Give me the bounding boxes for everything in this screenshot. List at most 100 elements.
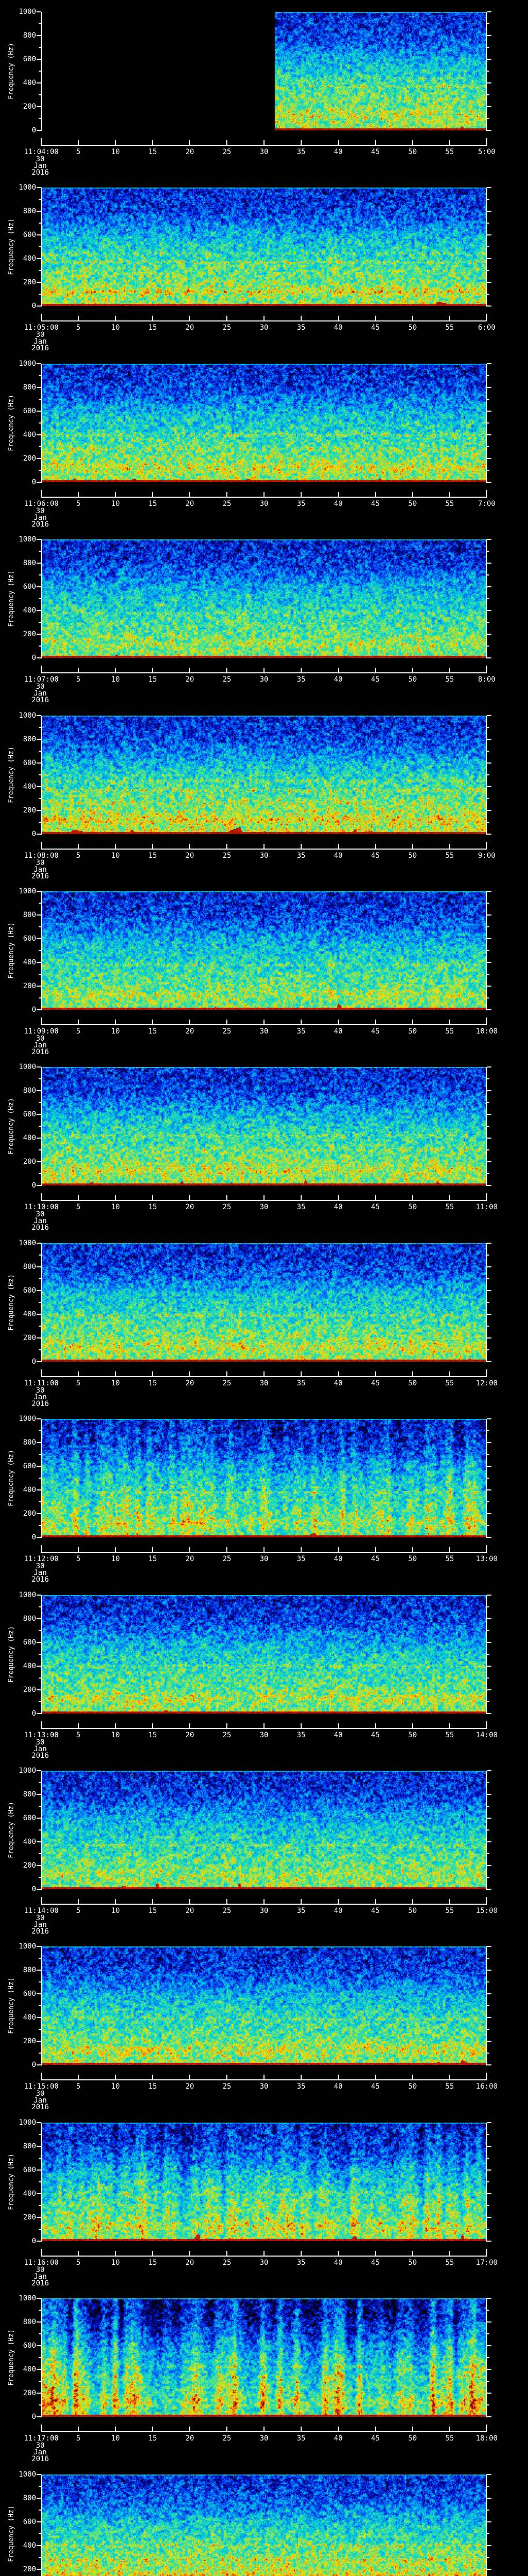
y-axis-tick [487, 1290, 491, 1291]
y-axis-tick [487, 786, 491, 787]
x-axis-line [41, 849, 487, 850]
y-axis-minor-tick [487, 23, 489, 24]
x-axis-line [41, 1200, 487, 1201]
x-axis-tick [226, 1371, 227, 1376]
x-axis-tick [78, 2427, 79, 2431]
x-axis-tick [449, 1547, 450, 1552]
y-axis-minor-tick [39, 1102, 41, 1103]
x-tick-label: 45 [371, 2259, 380, 2267]
x-axis-tick [226, 1195, 227, 1200]
y-axis-tick [487, 1489, 491, 1490]
y-axis-line-left [41, 1595, 42, 1714]
y-axis-tick [37, 1818, 41, 1819]
x-start-time-label: 11:04:00 [24, 148, 59, 156]
x-axis-tick [338, 492, 339, 497]
y-axis-minor-tick [39, 1677, 41, 1679]
x-start-time-label: 11:10:00 [24, 1203, 59, 1211]
x-tick-label: 10 [111, 324, 120, 332]
y-axis-minor-tick [487, 997, 489, 998]
x-end-time-label: 15:00 [475, 1907, 498, 1915]
y-axis-minor-tick [487, 2158, 489, 2159]
x-axis-tick [412, 1547, 413, 1552]
x-axis-tick [263, 2427, 265, 2431]
x-axis-tick [338, 140, 339, 145]
x-axis-tick [263, 1195, 265, 1200]
y-axis-minor-tick [39, 470, 41, 471]
x-tick-label: 50 [408, 2259, 417, 2267]
y-axis-minor-tick [39, 1454, 41, 1455]
x-tick-label: 40 [334, 500, 343, 508]
x-tick-label: 25 [222, 675, 232, 684]
x-tick-label: 45 [371, 852, 380, 860]
y-axis-minor-tick [39, 1877, 41, 1878]
y-axis-minor-tick [487, 223, 489, 224]
x-axis-tick [78, 1195, 79, 1200]
y-axis-minor-tick [487, 2029, 489, 2030]
x-axis-tick [115, 2427, 116, 2431]
x-axis-tick [412, 2075, 413, 2079]
y-axis-label: Frequency (Hz) [7, 1626, 15, 1683]
y-axis-minor-tick [487, 2310, 489, 2311]
y-axis-tick [487, 715, 491, 716]
x-tick-label: 20 [185, 852, 194, 860]
y-axis-minor-tick [487, 1078, 489, 1079]
y-axis-minor-tick [39, 774, 41, 775]
y-axis-tick [487, 657, 491, 658]
y-axis-minor-tick [39, 270, 41, 271]
x-axis-tick [115, 844, 116, 849]
x-tick-label: 25 [222, 500, 232, 508]
y-axis-tick [37, 2498, 41, 2499]
y-axis-tick [37, 2416, 41, 2417]
x-tick-label: 10 [111, 148, 120, 156]
x-tick-label: 50 [408, 1027, 417, 1036]
x-axis-tick [152, 1195, 153, 1200]
y-axis-tick [37, 2017, 41, 2018]
x-axis-tick [375, 1195, 376, 1200]
y-axis-tick [487, 130, 491, 131]
y-tick-label: 200 [23, 1861, 36, 1870]
y-tick-label: 1000 [19, 360, 36, 368]
y-axis-tick [487, 2017, 491, 2018]
x-tick-label: 50 [408, 675, 417, 684]
y-axis-tick [37, 657, 41, 658]
spectrogram-image [41, 2475, 487, 2576]
y-axis-tick [487, 962, 491, 963]
x-tick-label: 30 [259, 1027, 269, 1036]
x-tick-label: 10 [111, 1907, 120, 1915]
x-tick-label: 15 [148, 148, 157, 156]
x-axis-tick [189, 1899, 190, 1904]
x-tick-label: 10 [111, 1027, 120, 1036]
x-axis-tick [375, 2075, 376, 2079]
x-axis-tick [115, 1723, 116, 1728]
y-axis-minor-tick [487, 1349, 489, 1350]
x-axis-tick [375, 1547, 376, 1552]
y-axis-minor-tick [39, 1853, 41, 1854]
y-axis-minor-tick [39, 926, 41, 927]
y-tick-label: 1000 [19, 1063, 36, 1071]
x-axis-tick [449, 2251, 450, 2256]
x-tick-label: 45 [371, 1555, 380, 1563]
y-axis-tick [487, 563, 491, 564]
x-tick-label: 10 [111, 2259, 120, 2267]
x-axis-tick [189, 2427, 190, 2431]
x-tick-label: 15 [148, 2259, 157, 2267]
y-tick-label: 400 [23, 606, 36, 615]
y-tick-label: 200 [23, 1158, 36, 1166]
x-tick-label: 25 [222, 852, 232, 860]
x-axis-tick [78, 2075, 79, 2079]
x-axis-tick [226, 2075, 227, 2079]
x-axis-tick [412, 2427, 413, 2431]
y-tick-label: 200 [23, 1510, 36, 1518]
x-tick-label: 10 [111, 2434, 120, 2443]
y-tick-label: 600 [23, 55, 36, 63]
y-axis-minor-tick [487, 2053, 489, 2054]
x-axis-tick [78, 1547, 79, 1552]
x-tick-label: 35 [296, 1555, 306, 1563]
y-axis-tick [37, 586, 41, 587]
x-axis-tick [338, 1371, 339, 1376]
x-axis-tick [152, 1899, 153, 1904]
spectrogram-stack: Frequency (Hz) 1000 800 600 400 200 0 5 10 15 20 25… [0, 0, 528, 2576]
x-tick-label: 55 [445, 1027, 454, 1036]
y-tick-label: 600 [23, 407, 36, 415]
y-axis-minor-tick [39, 1630, 41, 1631]
